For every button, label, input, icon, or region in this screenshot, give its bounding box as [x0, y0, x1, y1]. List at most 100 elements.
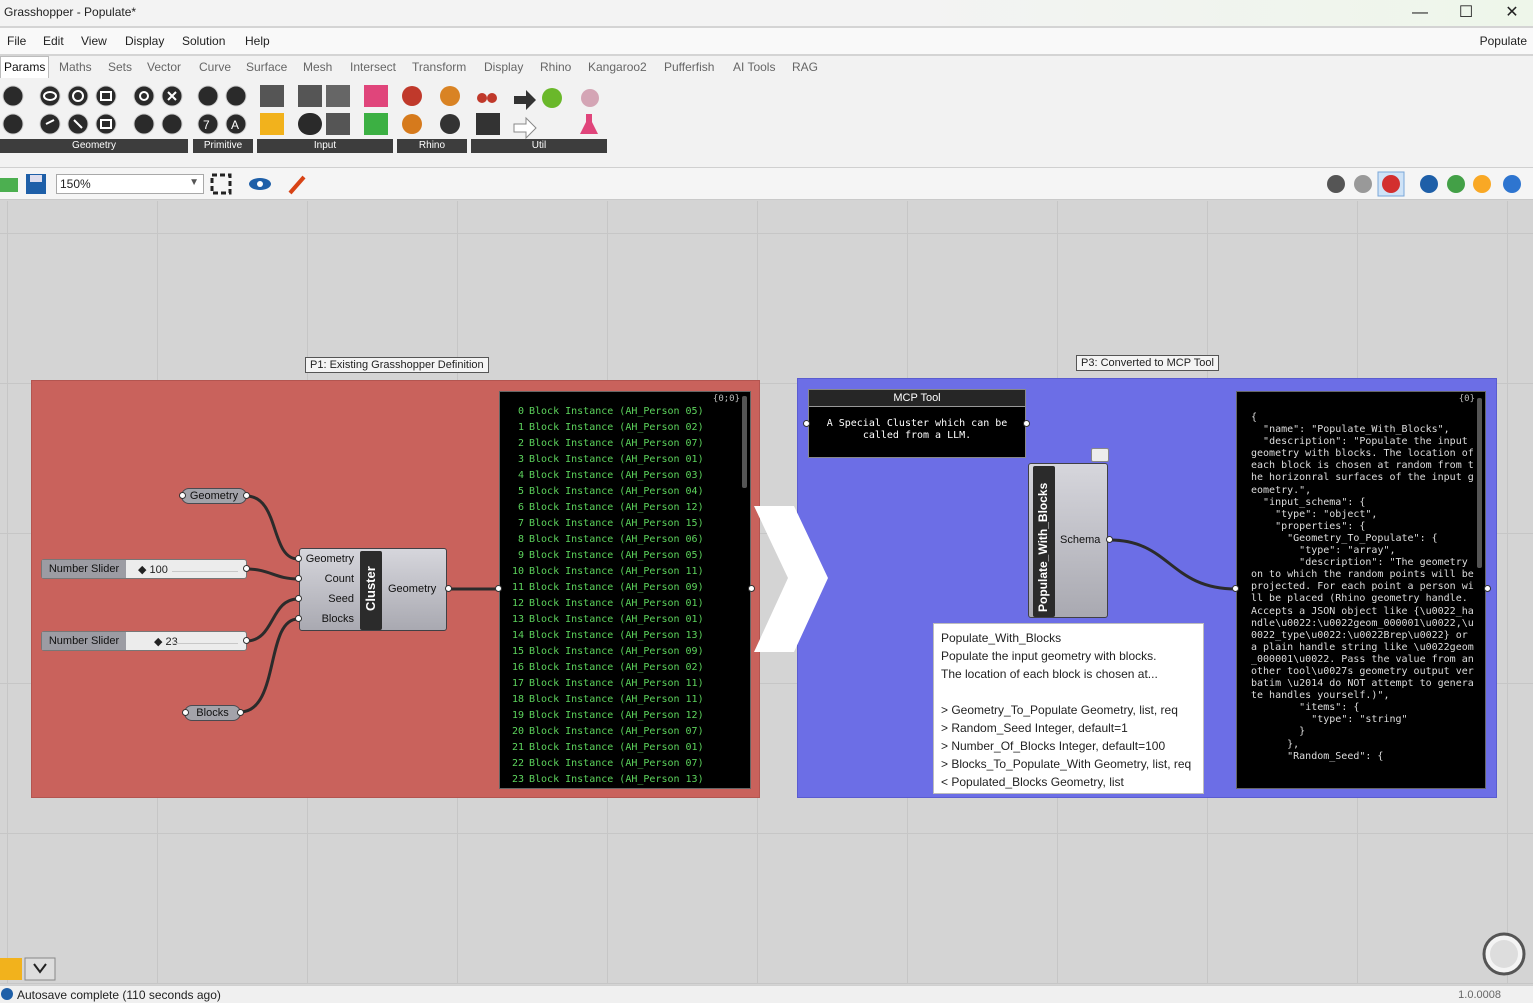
list-item-index: 18 — [511, 694, 524, 705]
list-item: 5 Block Instance (AH_Person 04) — [500, 486, 704, 502]
list-item-text: Block Instance (AH_Person 15) — [529, 518, 704, 529]
canvas-widget-icons[interactable] — [0, 956, 60, 982]
minimize-button[interactable]: — — [1397, 2, 1443, 24]
tab-vector[interactable]: Vector — [147, 60, 181, 74]
output-grip[interactable] — [243, 565, 250, 572]
output-grip[interactable] — [243, 492, 250, 499]
slider-track[interactable] — [172, 643, 238, 644]
display-mode-icons[interactable] — [1322, 171, 1522, 199]
input-grip[interactable] — [1232, 585, 1239, 592]
panel-scrollbar[interactable] — [742, 396, 747, 488]
geometry-param-icons[interactable] — [2, 85, 183, 135]
list-item: 6 Block Instance (AH_Person 12) — [500, 502, 704, 518]
ribbon-group-rhino[interactable]: Rhino — [397, 139, 467, 153]
ribbon-group-geometry[interactable]: Geometry — [0, 139, 188, 153]
component-menu-tab[interactable] — [1091, 448, 1109, 462]
populate-with-blocks-component[interactable]: Populate_With_Blocks Schema — [1028, 463, 1108, 618]
input-grip[interactable] — [295, 595, 302, 602]
menu-solution[interactable]: Solution — [182, 34, 225, 48]
number-slider-count[interactable]: Number Slider ◆ 100 — [41, 559, 247, 579]
mcp-tool-node[interactable]: MCP Tool A Special Cluster which can be … — [808, 389, 1026, 458]
tab-display[interactable]: Display — [484, 60, 523, 74]
output-grip[interactable] — [1023, 420, 1030, 427]
list-item-text: Block Instance (AH_Person 11) — [529, 678, 704, 689]
save-icon[interactable] — [25, 173, 47, 195]
menu-edit[interactable]: Edit — [43, 34, 64, 48]
input-grip[interactable] — [495, 585, 502, 592]
cluster-component[interactable]: Geometry Count Seed Blocks Cluster Geome… — [299, 548, 447, 631]
tab-surface[interactable]: Surface — [246, 60, 287, 74]
tab-pufferfish[interactable]: Pufferfish — [664, 60, 714, 74]
mcp-tool-title: MCP Tool — [809, 390, 1025, 407]
cluster-input-seed[interactable]: Seed — [328, 593, 354, 605]
output-grip[interactable] — [243, 637, 250, 644]
input-grip[interactable] — [179, 492, 186, 499]
ribbon-group-util[interactable]: Util — [471, 139, 607, 153]
tab-rhino[interactable]: Rhino — [540, 60, 571, 74]
output-grip[interactable] — [1484, 585, 1491, 592]
tab-curve[interactable]: Curve — [199, 60, 231, 74]
open-file-icon[interactable] — [0, 174, 20, 194]
zoom-select[interactable]: 150% ▼ — [56, 174, 204, 194]
menu-view[interactable]: View — [81, 34, 107, 48]
tab-rag[interactable]: RAG — [792, 60, 818, 74]
input-param-icons[interactable] — [260, 85, 388, 135]
tab-params[interactable]: Params — [0, 56, 50, 78]
output-panel[interactable]: {0;0} 0 Block Instance (AH_Person 05) 1 Blo… — [499, 391, 751, 789]
rhino-param-icons[interactable] — [402, 86, 460, 134]
grasshopper-canvas[interactable]: P1: Existing Grasshopper Definition P3: … — [0, 201, 1533, 984]
preview-eye-icon[interactable] — [248, 173, 276, 195]
panel-scrollbar[interactable] — [1477, 398, 1482, 568]
menu-help[interactable]: Help — [245, 34, 270, 48]
cluster-input-count[interactable]: Count — [325, 573, 354, 585]
input-grip[interactable] — [295, 555, 302, 562]
geometry-param[interactable]: Geometry — [181, 488, 247, 504]
schema-json-panel[interactable]: {0} { "name": "Populate_With_Blocks", "d… — [1236, 391, 1486, 789]
list-item: 16 Block Instance (AH_Person 02) — [500, 662, 704, 678]
document-name[interactable]: Populate — [1480, 34, 1527, 48]
cluster-input-geometry[interactable]: Geometry — [306, 553, 354, 565]
panel-path: {0;0} — [712, 394, 740, 404]
slider-track[interactable] — [172, 571, 238, 572]
list-item-text: Block Instance (AH_Person 01) — [529, 454, 704, 465]
menu-file[interactable]: File — [7, 34, 26, 48]
tab-transform[interactable]: Transform — [412, 60, 466, 74]
tooltip-param: > Blocks_To_Populate_With Geometry, list… — [941, 757, 1192, 771]
tab-maths[interactable]: Maths — [59, 60, 92, 74]
output-grip[interactable] — [445, 585, 452, 592]
tab-kangaroo2[interactable]: Kangaroo2 — [588, 60, 647, 74]
output-grip[interactable] — [748, 585, 755, 592]
version-label: 1.0.0008 — [1458, 989, 1501, 1001]
navigation-compass-icon[interactable] — [1478, 929, 1532, 979]
input-grip[interactable] — [803, 420, 810, 427]
input-grip[interactable] — [295, 615, 302, 622]
output-grip[interactable] — [237, 709, 244, 716]
list-item: 13 Block Instance (AH_Person 01) — [500, 614, 704, 630]
component-output-schema[interactable]: Schema — [1060, 534, 1100, 546]
cluster-output-geometry[interactable]: Geometry — [388, 583, 436, 595]
tab-sets[interactable]: Sets — [108, 60, 132, 74]
util-param-icons[interactable] — [476, 88, 599, 140]
zoom-extents-icon[interactable] — [210, 173, 234, 195]
tab-intersect[interactable]: Intersect — [350, 60, 396, 74]
output-grip[interactable] — [1106, 536, 1113, 543]
list-item-text: Block Instance (AH_Person 01) — [529, 742, 704, 753]
sketch-pen-icon[interactable] — [286, 173, 310, 195]
tab-ai-tools[interactable]: AI Tools — [733, 60, 775, 74]
list-item-index: 6 — [517, 502, 524, 513]
ribbon-group-input[interactable]: Input — [257, 139, 393, 153]
cluster-input-blocks[interactable]: Blocks — [322, 613, 354, 625]
input-grip[interactable] — [182, 709, 189, 716]
list-item-text: Block Instance (AH_Person 11) — [529, 694, 704, 705]
canvas-toolbar: 150% ▼ — [0, 168, 1533, 200]
tab-mesh[interactable]: Mesh — [303, 60, 332, 74]
number-slider-seed[interactable]: Number Slider ◆ 23 — [41, 631, 247, 651]
input-grip[interactable] — [295, 575, 302, 582]
list-item-text: Block Instance (AH_Person 01) — [529, 614, 704, 625]
list-item-index: 0 — [517, 406, 524, 417]
blocks-param[interactable]: Blocks — [184, 705, 241, 721]
menu-display[interactable]: Display — [125, 34, 164, 48]
maximize-button[interactable]: ☐ — [1443, 2, 1489, 24]
close-button[interactable]: ✕ — [1489, 2, 1533, 24]
ribbon-group-primitive[interactable]: Primitive — [193, 139, 253, 153]
